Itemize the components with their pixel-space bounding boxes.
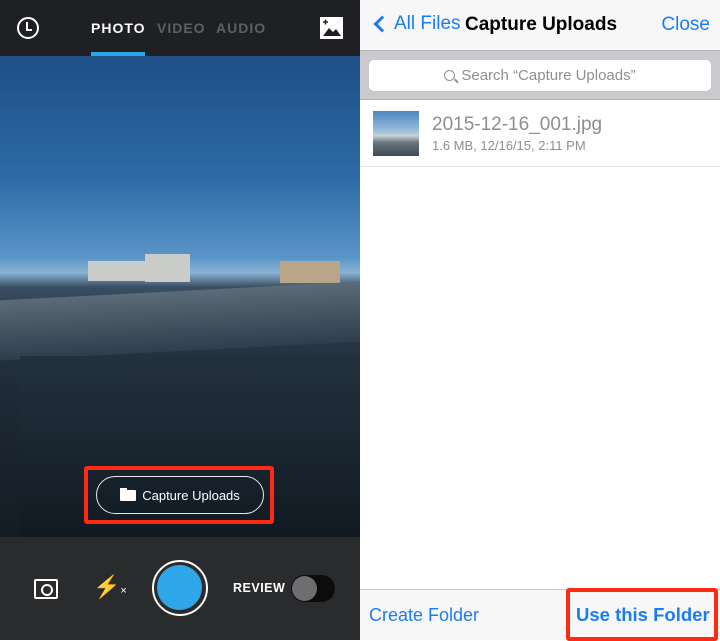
nav-bar: All Files Capture Uploads Close [360, 0, 720, 50]
flip-camera-icon[interactable] [34, 579, 58, 599]
list-item[interactable]: 2015-12-16_001.jpg 1.6 MB, 12/16/15, 2:1… [360, 100, 720, 167]
search-input[interactable]: Search “Capture Uploads” [369, 60, 711, 91]
folder-button-label: Capture Uploads [142, 487, 240, 503]
file-browser: All Files Capture Uploads Close Search “… [360, 0, 720, 641]
bottom-toolbar: Create Folder Use this Folder [360, 588, 720, 641]
camera-screen: PHOTO VIDEO AUDIO Capture Uploads ⚡× REV… [0, 0, 360, 640]
shutter-button[interactable] [152, 560, 208, 616]
back-label: All Files [394, 13, 461, 34]
search-icon [444, 70, 456, 81]
chevron-left-icon [373, 15, 391, 33]
file-name: 2015-12-16_001.jpg [432, 114, 603, 135]
back-button[interactable]: All Files [370, 13, 461, 35]
file-thumbnail [373, 111, 419, 156]
tab-photo[interactable]: PHOTO [91, 20, 146, 36]
search-bar: Search “Capture Uploads” [360, 50, 720, 100]
search-placeholder: Search “Capture Uploads” [461, 67, 636, 84]
page-title: Capture Uploads [465, 14, 618, 35]
flash-off-mark: × [120, 585, 127, 597]
folder-icon [120, 487, 137, 501]
gallery-icon[interactable] [320, 17, 343, 39]
flash-off-icon[interactable]: ⚡× [93, 574, 127, 600]
review-label: REVIEW [233, 581, 286, 595]
rooftop [0, 281, 360, 361]
file-meta: 1.6 MB, 12/16/15, 2:11 PM [432, 138, 586, 153]
building [88, 261, 148, 281]
camera-viewfinder[interactable] [0, 56, 360, 537]
building [280, 261, 340, 283]
tab-video[interactable]: VIDEO [157, 20, 206, 36]
history-clock-icon[interactable] [17, 17, 39, 39]
tab-audio[interactable]: AUDIO [216, 20, 266, 36]
use-this-folder-button[interactable]: Use this Folder [576, 604, 710, 626]
capture-folder-button[interactable]: Capture Uploads [96, 476, 264, 514]
review-toggle[interactable] [291, 575, 335, 602]
close-button[interactable]: Close [661, 14, 710, 36]
camera-top-bar: PHOTO VIDEO AUDIO [0, 0, 360, 56]
building [145, 254, 190, 282]
create-folder-button[interactable]: Create Folder [369, 605, 479, 626]
